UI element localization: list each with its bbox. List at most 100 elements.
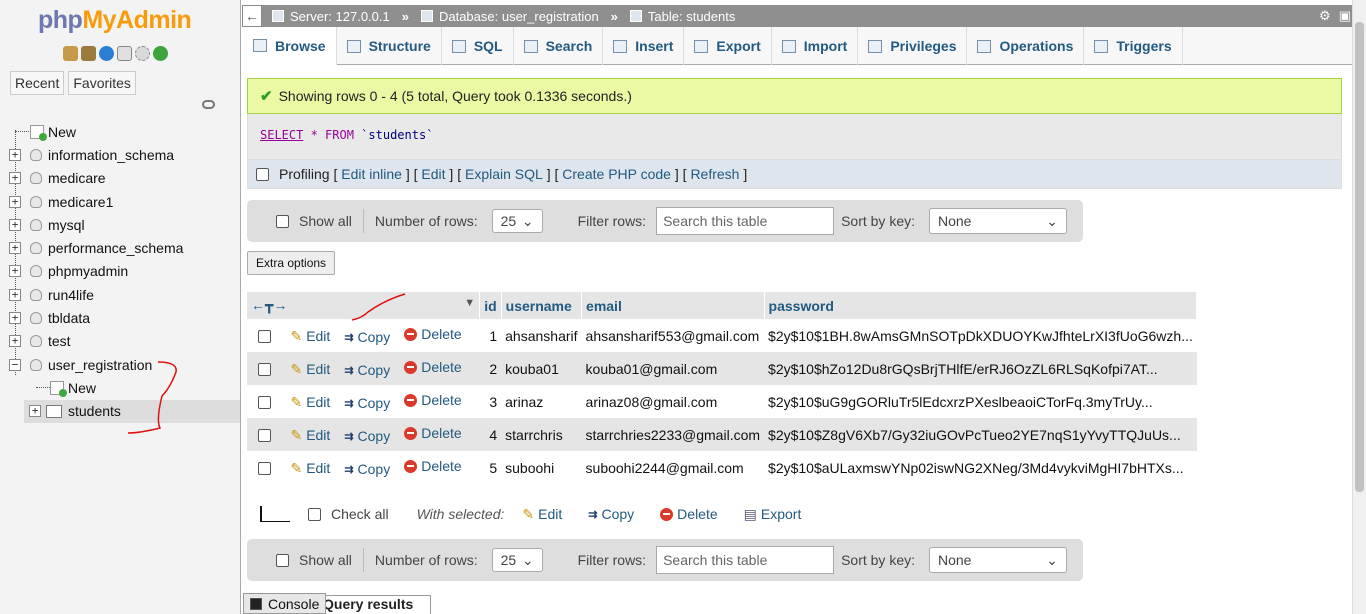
cell-password[interactable]: $2y$10$1BH.8wAmsGMnSOTpDkXDUOYKwJfhteLrX…	[764, 319, 1197, 352]
vertical-scrollbar[interactable]	[1352, 0, 1366, 614]
create-php-code-link[interactable]: Create PHP code	[562, 166, 671, 182]
expand-icon[interactable]: +	[9, 148, 21, 161]
check-all-checkbox[interactable]	[308, 507, 321, 521]
row-checkbox[interactable]	[258, 429, 271, 443]
cell-email[interactable]: ahsansharif553@gmail.com	[581, 319, 765, 352]
cell-email[interactable]: starrchries2233@gmail.com	[581, 418, 765, 451]
tree-item-phpmyadmin[interactable]: + phpmyadmin	[0, 260, 240, 283]
row-copy-link[interactable]: ⇉ Copy	[344, 362, 390, 378]
row-copy-link[interactable]: ⇉ Copy	[344, 395, 390, 411]
column-header-email[interactable]: email	[581, 292, 765, 319]
tree-item-mysql[interactable]: + mysql	[0, 213, 240, 236]
edit-inline-link[interactable]: Edit inline	[341, 166, 402, 182]
cell-id[interactable]: 5	[479, 451, 502, 484]
expand-icon[interactable]: +	[9, 335, 21, 348]
cell-id[interactable]: 4	[479, 418, 502, 451]
tree-item-performance-schema[interactable]: + performance_schema	[0, 236, 240, 259]
show-all-checkbox[interactable]	[276, 553, 289, 567]
rows-select[interactable]: 25 ⌄	[491, 209, 543, 233]
expand-icon[interactable]: +	[9, 288, 21, 301]
tab-privileges[interactable]: Privileges	[858, 27, 968, 65]
bulk-export-button[interactable]: ▤ Export	[744, 506, 802, 523]
cell-username[interactable]: arinaz	[501, 385, 582, 418]
cell-username[interactable]: kouba01	[501, 352, 582, 385]
breadcrumb-database[interactable]: Database: user_registration	[439, 9, 599, 24]
tree-item-students[interactable]: + students	[24, 399, 240, 423]
cell-username[interactable]: suboohi	[501, 451, 582, 484]
settings-icon[interactable]	[135, 46, 150, 61]
tab-sql[interactable]: SQL	[442, 27, 514, 65]
expand-icon[interactable]: +	[9, 312, 21, 325]
expand-icon[interactable]: +	[9, 218, 21, 231]
column-header-username[interactable]: username	[501, 292, 583, 319]
cell-password[interactable]: $2y$10$aULaxmswYNp02iswNG2XNeg/3Md4vykvi…	[764, 451, 1197, 484]
row-delete-link[interactable]: Delete	[404, 326, 462, 342]
column-header-id[interactable]: id	[479, 292, 502, 319]
docs-icon[interactable]	[117, 46, 132, 61]
row-edit-link[interactable]: ✎ Edit	[290, 328, 330, 345]
tab-import[interactable]: Import	[772, 27, 859, 65]
collapse-nav-button[interactable]: ←	[242, 5, 262, 27]
column-header-password[interactable]: password	[764, 292, 1198, 319]
cell-password[interactable]: $2y$10$Z8gV6Xb7/Gy32iuGOvPcTueo2YE7nqS1y…	[764, 418, 1197, 451]
collapse-icon[interactable]: −	[9, 358, 21, 371]
row-checkbox[interactable]	[258, 462, 271, 476]
cell-password[interactable]: $2y$10$hZo12Du8rGQsBrjTHlfE/erRJ6OzZL6RL…	[764, 352, 1197, 385]
breadcrumb-table[interactable]: Table: students	[648, 9, 735, 24]
row-checkbox[interactable]	[258, 363, 271, 377]
tab-insert[interactable]: Insert	[603, 27, 685, 65]
sql-query-box[interactable]: SELECT * FROM `students`	[247, 114, 1342, 159]
row-edit-link[interactable]: ✎ Edit	[290, 394, 330, 411]
sort-by-key-select[interactable]: None ⌄	[929, 547, 1067, 573]
tree-item-table-new[interactable]: New	[0, 376, 240, 399]
sort-dropdown-icon[interactable]: ▼	[464, 297, 475, 309]
tree-item-run4life[interactable]: + run4life	[0, 283, 240, 306]
query-results-operations-tab[interactable]: Query results operations	[320, 595, 431, 614]
home-icon[interactable]	[63, 46, 78, 61]
row-delete-link[interactable]: Delete	[404, 359, 462, 375]
column-resize-arrows-icon[interactable]: ←┳→	[251, 297, 287, 313]
console-button[interactable]: Console	[243, 593, 327, 614]
tab-triggers[interactable]: Triggers	[1084, 27, 1183, 65]
column-controls-header[interactable]: ←┳→ ▼	[247, 292, 481, 319]
filter-rows-input[interactable]: Search this table	[656, 207, 835, 235]
expand-icon[interactable]: +	[9, 242, 21, 255]
link-icon[interactable]	[202, 100, 215, 109]
reload-icon[interactable]	[153, 46, 168, 61]
bulk-copy-button[interactable]: ⇉ Copy	[588, 506, 634, 522]
tree-item-information-schema[interactable]: + information_schema	[0, 143, 240, 166]
tree-item-new[interactable]: New	[0, 120, 240, 143]
tree-item-test[interactable]: + test	[0, 330, 240, 353]
row-delete-link[interactable]: Delete	[404, 392, 462, 408]
tab-operations[interactable]: Operations	[967, 27, 1085, 65]
logout-icon[interactable]	[81, 46, 96, 61]
expand-icon[interactable]: +	[9, 195, 21, 208]
expand-icon[interactable]: +	[29, 405, 41, 418]
row-delete-link[interactable]: Delete	[404, 458, 462, 474]
cell-email[interactable]: arinaz08@gmail.com	[581, 385, 765, 418]
tab-browse[interactable]: Browse	[243, 27, 337, 65]
row-edit-link[interactable]: ✎ Edit	[290, 361, 330, 378]
filter-rows-input[interactable]: Search this table	[656, 546, 835, 574]
tab-structure[interactable]: Structure	[337, 27, 442, 65]
recent-button[interactable]: Recent	[10, 71, 65, 95]
row-copy-link[interactable]: ⇉ Copy	[344, 329, 390, 345]
show-all-checkbox[interactable]	[276, 214, 289, 228]
expand-icon[interactable]: +	[9, 265, 21, 278]
cell-password[interactable]: $2y$10$uG9gGORluTr5lEdcxrzPXeslbeaoiCTor…	[764, 385, 1197, 418]
tab-export[interactable]: Export	[684, 27, 772, 65]
tree-item-medicare[interactable]: + medicare	[0, 167, 240, 190]
bulk-delete-button[interactable]: Delete	[660, 506, 718, 522]
check-all-label[interactable]: Check all	[331, 506, 389, 522]
cell-id[interactable]: 3	[479, 385, 502, 418]
breadcrumb-server[interactable]: Server: 127.0.0.1	[290, 9, 390, 24]
cell-username[interactable]: starrchris	[501, 418, 582, 451]
cell-email[interactable]: kouba01@gmail.com	[581, 352, 765, 385]
cell-username[interactable]: ahsansharif	[501, 319, 582, 352]
row-checkbox[interactable]	[258, 330, 271, 344]
cell-id[interactable]: 1	[479, 319, 502, 352]
edit-link[interactable]: Edit	[421, 166, 445, 182]
expand-icon[interactable]: +	[9, 172, 21, 185]
row-copy-link[interactable]: ⇉ Copy	[344, 461, 390, 477]
refresh-link[interactable]: Refresh	[690, 166, 739, 182]
